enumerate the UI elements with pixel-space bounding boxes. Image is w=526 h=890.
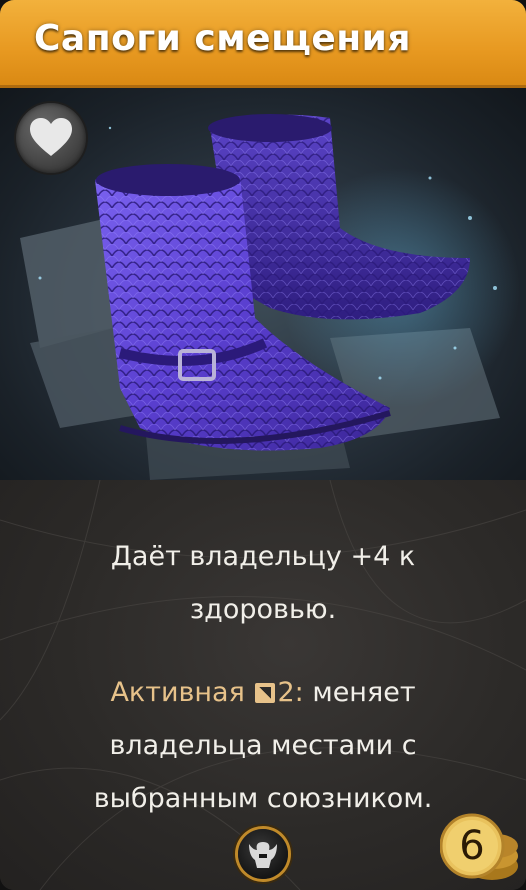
health-badge — [16, 103, 86, 173]
heart-icon — [30, 118, 72, 156]
card-title: Сапоги смещения — [34, 18, 411, 59]
card-description: Даёт владельцу +4 к здоровью. — [40, 530, 486, 636]
card-header: Сапоги смещения — [0, 0, 526, 88]
gold-cost: 6 — [459, 823, 485, 869]
hero-helmet-icon — [238, 829, 288, 879]
cooldown-icon — [255, 683, 276, 703]
item-card[interactable]: Сапоги смещения Даёт владельцу +4 к здор… — [0, 0, 526, 890]
ability-cooldown: 2: — [277, 677, 304, 708]
description-text: Даёт владельцу +4 к здоровью. — [110, 541, 416, 625]
ability-keyword: Активная — [110, 677, 245, 708]
ability-description: Активная 2: меняет владельца местами с в… — [40, 666, 486, 825]
